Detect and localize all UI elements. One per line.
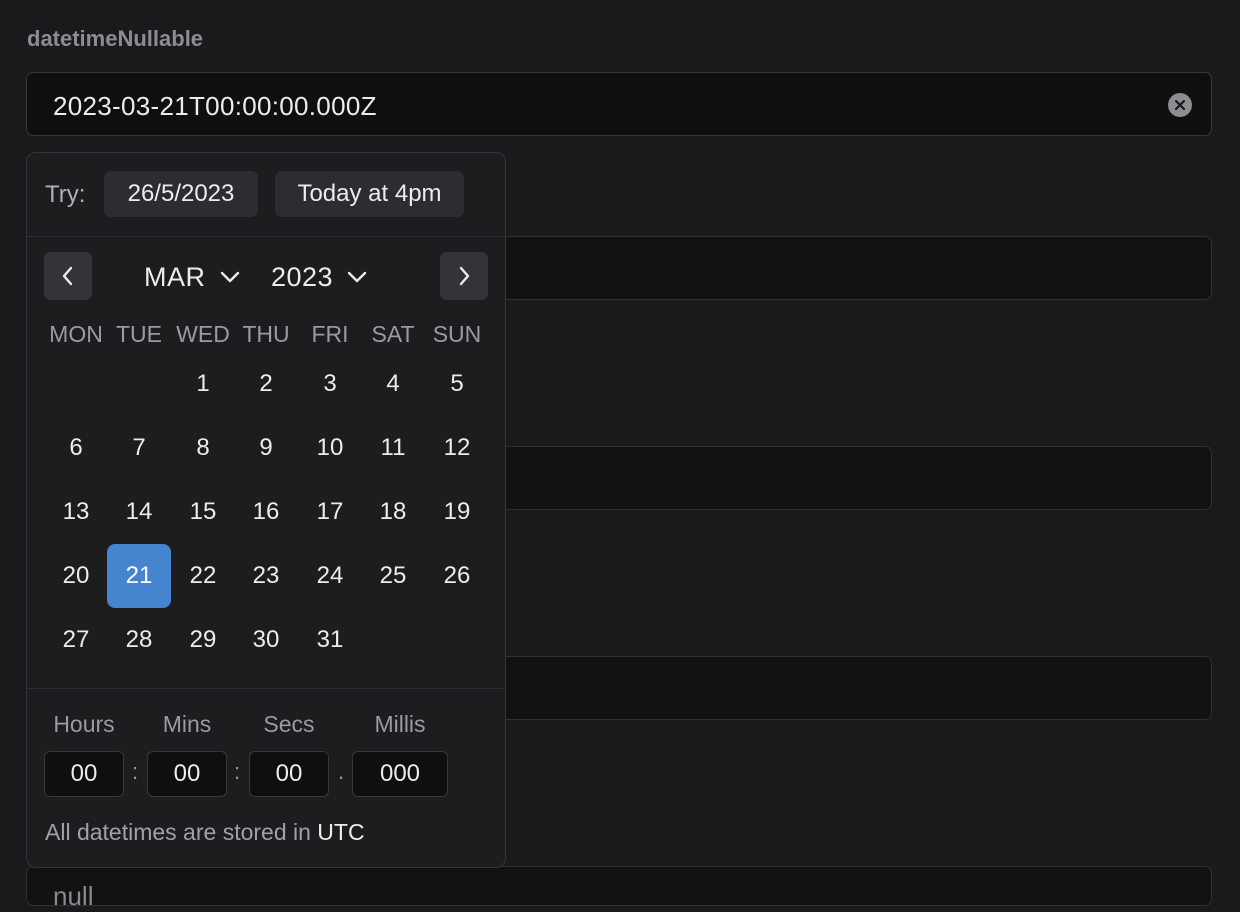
try-label: Try: [45, 181, 86, 208]
datetime-input-value: 2023-03-21T00:00:00.000Z [53, 91, 377, 121]
field-label: datetimeNullable [27, 26, 204, 51]
suggestion-date-chip[interactable]: 26/5/2023 [104, 171, 258, 217]
time-separator: : [132, 759, 139, 784]
day-cell[interactable]: 20 [44, 544, 108, 608]
day-cell[interactable]: 12 [425, 416, 489, 480]
day-cell[interactable]: 13 [44, 480, 108, 544]
secs-input[interactable]: 00 [249, 751, 329, 797]
date-picker-popover: Try: 26/5/2023 Today at 4pm MAR 2023 MON… [26, 152, 506, 868]
day-cell[interactable]: 7 [107, 416, 171, 480]
hours-input[interactable]: 00 [44, 751, 124, 797]
day-cell[interactable]: 5 [425, 352, 489, 416]
day-cell[interactable]: 30 [234, 608, 298, 672]
weekday-fri: FRI [311, 321, 349, 347]
divider [27, 688, 505, 689]
weekday-sun: SUN [432, 321, 482, 347]
month-value: MAR [144, 261, 206, 292]
millis-label: Millis [374, 711, 426, 737]
time-separator: : [234, 759, 241, 784]
day-cell[interactable]: 10 [298, 416, 362, 480]
day-cell[interactable]: 8 [171, 416, 235, 480]
day-cell[interactable]: 23 [234, 544, 298, 608]
month-select[interactable]: MAR [144, 257, 240, 297]
day-cell[interactable]: 22 [171, 544, 235, 608]
day-cell[interactable]: 29 [171, 608, 235, 672]
millis-input[interactable]: 000 [352, 751, 448, 797]
day-cell[interactable]: 27 [44, 608, 108, 672]
timezone-value: UTC [317, 819, 365, 845]
day-cell[interactable]: 9 [234, 416, 298, 480]
hours-label: Hours [53, 711, 115, 737]
time-separator: . [338, 759, 345, 784]
mins-input[interactable]: 00 [147, 751, 227, 797]
chevron-right-icon[interactable] [440, 252, 488, 300]
day-cell[interactable]: 31 [298, 608, 362, 672]
day-cell[interactable]: 1 [171, 352, 235, 416]
suggestion-today-chip[interactable]: Today at 4pm [275, 171, 464, 217]
weekday-sat: SAT [371, 321, 415, 347]
day-cell[interactable]: 18 [361, 480, 425, 544]
chevron-down-icon [347, 271, 367, 283]
day-cell[interactable]: 2 [234, 352, 298, 416]
weekday-wed: WED [176, 321, 230, 347]
day-cell[interactable]: 26 [425, 544, 489, 608]
day-cell[interactable]: 3 [298, 352, 362, 416]
year-value: 2023 [271, 261, 334, 292]
day-cell[interactable]: 4 [361, 352, 425, 416]
timezone-note: All datetimes are stored in UTC [45, 819, 365, 846]
weekday-mon: MON [49, 321, 103, 347]
suggestions-row: Try: 26/5/2023 Today at 4pm [27, 153, 505, 237]
background-field-value: null [53, 881, 94, 911]
day-cell[interactable]: 11 [361, 416, 425, 480]
day-cell[interactable]: 17 [298, 480, 362, 544]
day-cell[interactable]: 14 [107, 480, 171, 544]
clear-icon[interactable] [1168, 93, 1192, 117]
day-cell-selected[interactable]: 21 [107, 544, 171, 608]
weekday-thu: THU [242, 321, 290, 347]
datetime-input[interactable]: 2023-03-21T00:00:00.000Z [26, 72, 1212, 136]
chevron-left-icon[interactable] [44, 252, 92, 300]
day-cell[interactable]: 15 [171, 480, 235, 544]
chevron-down-icon [220, 271, 239, 283]
day-cell[interactable]: 28 [107, 608, 171, 672]
day-cell[interactable]: 19 [425, 480, 489, 544]
timezone-note-text: All datetimes are stored in [45, 819, 311, 845]
year-select[interactable]: 2023 [271, 257, 367, 297]
weekday-tue: TUE [116, 321, 162, 347]
day-cell[interactable]: 6 [44, 416, 108, 480]
background-field[interactable]: null [26, 866, 1212, 911]
day-cell[interactable]: 24 [298, 544, 362, 608]
secs-label: Secs [263, 711, 315, 737]
mins-label: Mins [162, 711, 212, 737]
day-cell[interactable]: 16 [234, 480, 298, 544]
day-cell[interactable]: 25 [361, 544, 425, 608]
